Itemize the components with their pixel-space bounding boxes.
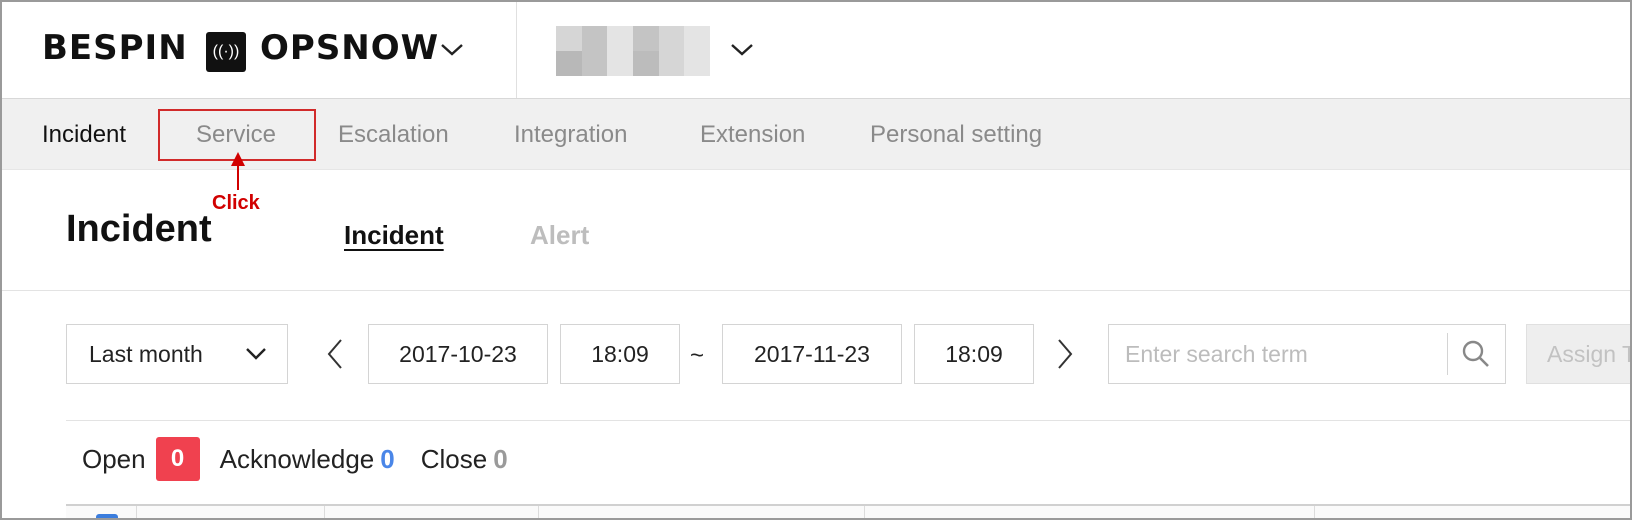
chevron-down-icon	[245, 347, 267, 361]
chevron-right-icon[interactable]	[1056, 338, 1074, 375]
project-dropdown-chevron-icon[interactable]	[730, 42, 754, 58]
close-count[interactable]: 0	[493, 444, 507, 475]
arrow-up-icon	[230, 152, 246, 197]
nav-escalation[interactable]: Escalation	[338, 121, 449, 149]
search-icon[interactable]	[1461, 339, 1491, 375]
incident-table-header	[66, 504, 1630, 518]
header-divider	[516, 2, 517, 98]
search-field	[1108, 324, 1506, 384]
column-separator	[538, 506, 539, 518]
search-input[interactable]	[1123, 339, 1427, 369]
open-count-badge[interactable]: 0	[155, 437, 200, 481]
column-separator	[1314, 506, 1315, 518]
chevron-down-icon[interactable]	[440, 42, 464, 58]
start-time-field[interactable]: 18:09	[560, 324, 680, 384]
nav-personal-setting[interactable]: Personal setting	[870, 121, 1042, 149]
tab-alert[interactable]: Alert	[530, 220, 589, 251]
app-window: BESPIN ((·)) OPSNOW Incident Service Esc…	[0, 0, 1632, 520]
bespin-logo[interactable]: BESPIN	[42, 28, 188, 68]
range-select[interactable]: Last month	[66, 324, 288, 384]
column-separator	[324, 506, 325, 518]
nav-integration[interactable]: Integration	[514, 121, 627, 149]
click-annotation: Click	[212, 192, 260, 214]
nav-extension[interactable]: Extension	[700, 121, 805, 149]
acknowledge-label[interactable]: Acknowledge	[220, 444, 375, 475]
start-date-field[interactable]: 2017-10-23	[368, 324, 548, 384]
column-separator	[864, 506, 865, 518]
filter-divider	[66, 420, 1630, 421]
search-separator	[1447, 333, 1448, 375]
blurred-project-name	[556, 26, 710, 76]
end-date-field[interactable]: 2017-11-23	[722, 324, 902, 384]
column-separator	[136, 506, 137, 518]
tab-incident[interactable]: Incident	[344, 220, 444, 251]
acknowledge-count[interactable]: 0	[380, 444, 394, 475]
close-label[interactable]: Close	[421, 444, 487, 475]
nav-incident[interactable]: Incident	[42, 121, 126, 149]
chevron-left-icon[interactable]	[326, 338, 344, 375]
assign-button[interactable]: Assign T	[1526, 324, 1630, 384]
opsnow-logo-text[interactable]: OPSNOW	[260, 28, 439, 68]
page-title: Incident	[66, 208, 212, 250]
top-header: BESPIN ((·)) OPSNOW	[2, 2, 1630, 99]
date-range-separator: ~	[690, 342, 705, 369]
range-select-value: Last month	[89, 340, 203, 367]
radio-broadcast-icon: ((·))	[206, 32, 246, 72]
open-label[interactable]: Open	[82, 444, 146, 475]
section-divider	[2, 290, 1630, 291]
status-summary: Open 0 Acknowledge 0 Close 0	[82, 437, 508, 481]
end-time-field[interactable]: 18:09	[914, 324, 1034, 384]
select-all-checkbox[interactable]	[96, 514, 118, 518]
